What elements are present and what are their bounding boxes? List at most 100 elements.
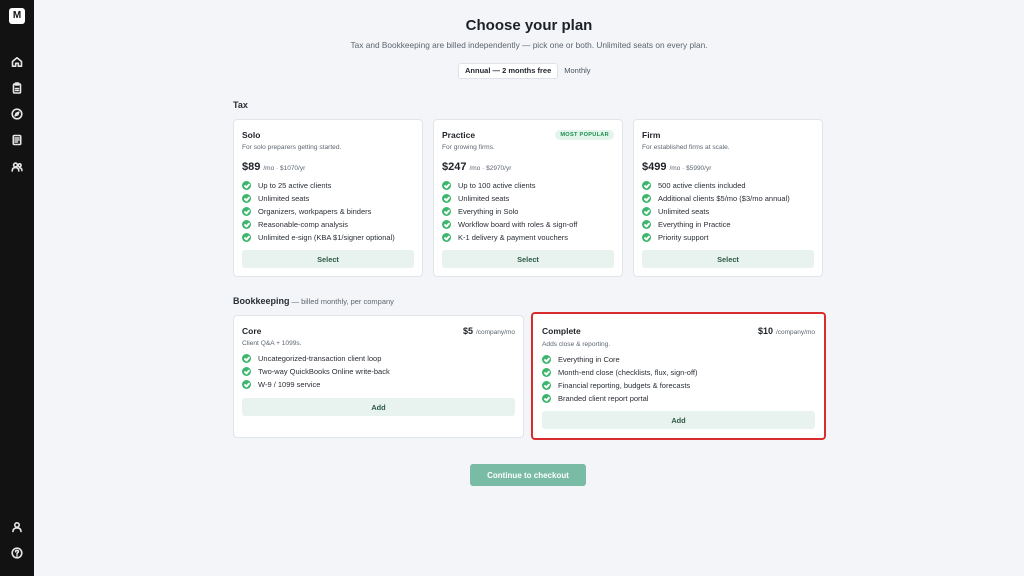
price-amount: $10 [757,326,773,336]
plan-description: Adds close & reporting. [542,341,611,348]
plan-description: Client Q&A + 1099s. [242,340,302,347]
plan-price: $247 /mo · $2970/yr [442,161,511,173]
feature-item: Unlimited seats [642,205,790,218]
price-amount: $5 [462,326,473,336]
document-icon[interactable] [10,133,24,147]
feature-text: Month-end close (checklists, flux, sign-… [558,368,698,377]
plan-price: $10 /company/mo [758,326,815,336]
plan-card-core: Core $5 /company/mo Client Q&A + 1099s. … [233,315,524,438]
price-detail: /company/mo [475,329,515,336]
feature-item: Unlimited seats [242,192,395,205]
feature-item: Branded client report portal [542,392,698,405]
plan-price: $499 /mo · $5990/yr [642,161,711,173]
feature-text: 500 active clients included [658,181,746,190]
check-icon [442,194,451,203]
select-firm-button[interactable]: Select [642,250,814,268]
tax-label: Tax [233,100,248,110]
feature-text: Priority support [658,233,709,242]
billing-toggle: Annual — 2 months free Monthly [458,63,688,79]
add-core-button[interactable]: Add [242,398,515,416]
check-icon [242,380,251,389]
user-icon[interactable] [10,520,24,534]
feature-item: Everything in Core [542,353,698,366]
check-icon [642,194,651,203]
compass-icon[interactable] [10,107,24,121]
price-amount: $499 [642,161,667,173]
feature-text: Workflow board with roles & sign-off [458,220,578,229]
feature-text: Additional clients $5/mo ($3/mo annual) [658,194,790,203]
main-content: Choose your plan Tax and Bookkeeping are… [34,0,1024,576]
feature-item: Organizers, workpapers & binders [242,205,395,218]
select-solo-button[interactable]: Select [242,250,414,268]
feature-item: Financial reporting, budgets & forecasts [542,379,698,392]
feature-item: Reasonable-comp analysis [242,218,395,231]
feature-item: Everything in Solo [442,205,577,218]
check-icon [242,207,251,216]
check-icon [642,207,651,216]
feature-list: Everything in Core Month-end close (chec… [542,353,698,405]
feature-item: Unlimited seats [442,192,577,205]
app-logo[interactable]: M [9,8,25,24]
feature-item: 500 active clients included [642,179,790,192]
feature-text: W-9 / 1099 service [258,380,321,389]
feature-text: Up to 25 active clients [258,181,332,190]
plan-card-firm: Firm For established firms at scale. $49… [633,119,823,277]
feature-list: Uncategorized-transaction client loop Tw… [242,352,390,391]
feature-item: Workflow board with roles & sign-off [442,218,577,231]
price-detail: /mo · $5990/yr [669,165,712,172]
check-icon [242,367,251,376]
feature-item: Up to 100 active clients [442,179,577,192]
check-icon [242,354,251,363]
check-icon [542,355,551,364]
continue-to-checkout-button[interactable]: Continue to checkout [470,464,586,486]
toggle-monthly[interactable]: Monthly [558,63,596,79]
tax-section-label: Tax [233,100,248,110]
check-icon [242,233,251,242]
feature-item: Priority support [642,231,790,244]
feature-text: Two-way QuickBooks Online write-back [258,367,390,376]
feature-text: Everything in Core [558,355,620,364]
feature-text: Branded client report portal [558,394,649,403]
check-icon [242,181,251,190]
plan-card-practice: Practice MOST POPULAR For growing firms.… [433,119,623,277]
help-icon[interactable] [10,546,24,560]
feature-list: Up to 100 active clients Unlimited seats… [442,179,577,244]
plan-price: $89 /mo · $1070/yr [242,161,305,173]
feature-text: Unlimited seats [458,194,510,203]
home-icon[interactable] [10,55,24,69]
feature-item: Additional clients $5/mo ($3/mo annual) [642,192,790,205]
check-icon [442,220,451,229]
feature-list: Up to 25 active clients Unlimited seats … [242,179,395,244]
check-icon [542,381,551,390]
most-popular-badge: MOST POPULAR [555,130,614,140]
check-icon [642,181,651,190]
feature-text: K-1 delivery & payment vouchers [458,233,569,242]
plan-name: Complete [542,326,581,336]
add-complete-button[interactable]: Add [542,411,815,429]
plan-name: Core [242,326,262,336]
feature-text: Up to 100 active clients [458,181,536,190]
feature-item: W-9 / 1099 service [242,378,390,391]
feature-item: K-1 delivery & payment vouchers [442,231,577,244]
plan-name: Solo [242,130,261,140]
feature-text: Unlimited e-sign (KBA $1/signer optional… [258,233,395,242]
clipboard-icon[interactable] [10,81,24,95]
select-practice-button[interactable]: Select [442,250,614,268]
check-icon [442,207,451,216]
feature-list: 500 active clients included Additional c… [642,179,790,244]
feature-text: Everything in Practice [658,220,731,229]
page-subtitle: Tax and Bookkeeping are billed independe… [350,40,708,50]
plan-card-solo: Solo For solo preparers getting started.… [233,119,423,277]
feature-text: Organizers, workpapers & binders [258,207,372,216]
toggle-annual[interactable]: Annual — 2 months free [458,63,559,79]
feature-item: Unlimited e-sign (KBA $1/signer optional… [242,231,395,244]
price-amount: $89 [242,161,261,173]
bookkeeping-label: Bookkeeping [233,296,290,306]
bookkeeping-section-label: Bookkeeping — billed monthly, per company [233,296,394,306]
feature-text: Uncategorized-transaction client loop [258,354,382,363]
feature-item: Month-end close (checklists, flux, sign-… [542,366,698,379]
users-icon[interactable] [10,160,24,174]
bookkeeping-note: — billed monthly, per company [291,297,394,306]
plan-price: $5 /company/mo [463,326,515,336]
plan-name: Practice [442,130,476,140]
